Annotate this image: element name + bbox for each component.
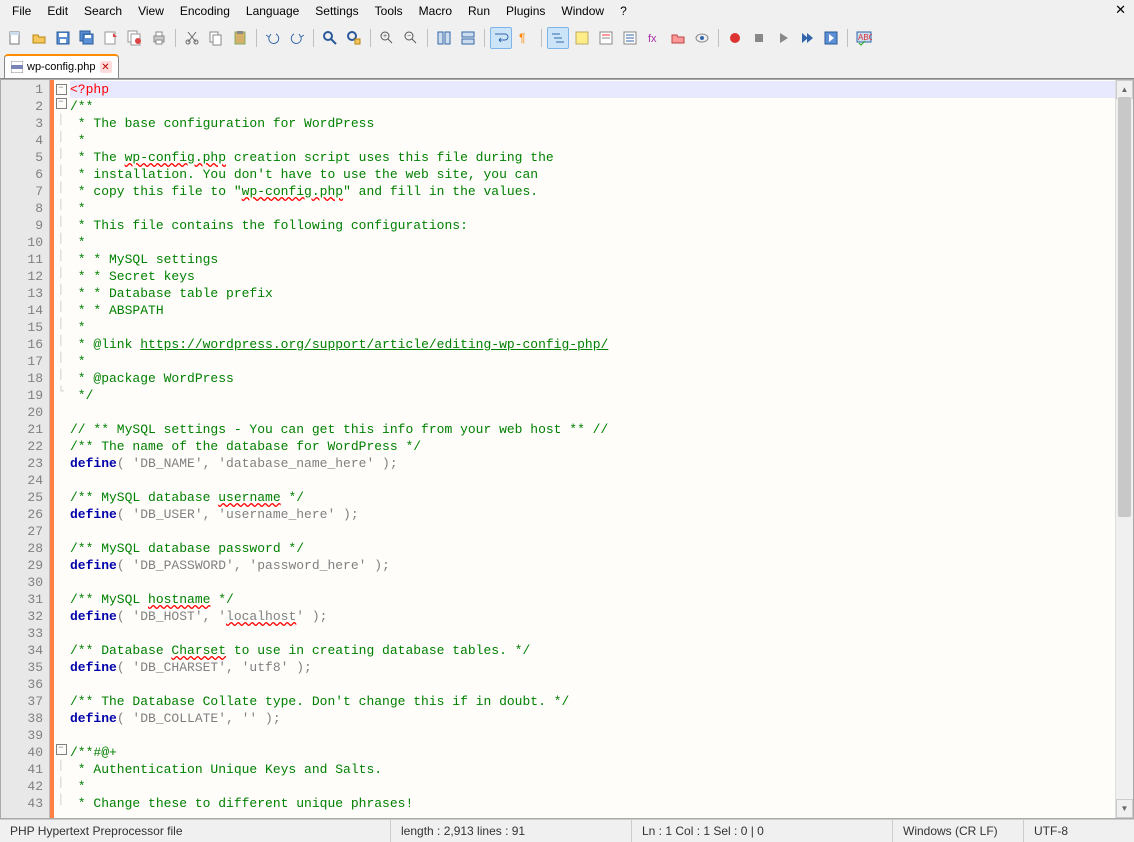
toolbar-separator bbox=[427, 29, 428, 47]
menu-run[interactable]: Run bbox=[460, 2, 498, 20]
toolbar-separator bbox=[175, 29, 176, 47]
toolbar-separator bbox=[847, 29, 848, 47]
fold-column[interactable]: −−││││││││││││││││└ −│││ bbox=[54, 80, 68, 818]
line-number-gutter: 1234567891011121314151617181920212223242… bbox=[1, 80, 50, 818]
menu-tools[interactable]: Tools bbox=[367, 2, 411, 20]
show-all-chars-icon[interactable]: ¶ bbox=[514, 27, 536, 49]
play-multi-icon[interactable] bbox=[796, 27, 818, 49]
copy-icon[interactable] bbox=[205, 27, 227, 49]
replace-icon[interactable] bbox=[343, 27, 365, 49]
tab-bar: wp-config.php ✕ bbox=[0, 54, 1134, 79]
close-icon[interactable]: ✕ bbox=[1115, 2, 1126, 18]
svg-text:−: − bbox=[407, 33, 411, 40]
menu-help[interactable]: ? bbox=[612, 2, 635, 20]
menu-search[interactable]: Search bbox=[76, 2, 130, 20]
scroll-thumb[interactable] bbox=[1118, 97, 1131, 517]
spellcheck-icon[interactable]: ABC bbox=[853, 27, 875, 49]
menu-language[interactable]: Language bbox=[238, 2, 307, 20]
svg-text:+: + bbox=[383, 33, 387, 40]
zoom-out-icon[interactable]: − bbox=[400, 27, 422, 49]
monitor-icon[interactable] bbox=[691, 27, 713, 49]
stop-macro-icon[interactable] bbox=[748, 27, 770, 49]
sync-v-icon[interactable] bbox=[433, 27, 455, 49]
print-icon[interactable] bbox=[148, 27, 170, 49]
status-position: Ln : 1 Col : 1 Sel : 0 | 0 bbox=[632, 820, 893, 842]
menubar: FileEditSearchViewEncodingLanguageSettin… bbox=[0, 0, 1134, 22]
scroll-down-icon[interactable]: ▼ bbox=[1116, 799, 1133, 818]
php-file-icon bbox=[11, 61, 23, 73]
menu-view[interactable]: View bbox=[130, 2, 172, 20]
folder-workspace-icon[interactable] bbox=[667, 27, 689, 49]
zoom-in-icon[interactable]: + bbox=[376, 27, 398, 49]
play-macro-icon[interactable] bbox=[772, 27, 794, 49]
new-file-icon[interactable] bbox=[4, 27, 26, 49]
menu-plugins[interactable]: Plugins bbox=[498, 2, 553, 20]
tab-close-icon[interactable]: ✕ bbox=[100, 61, 112, 73]
toolbar-separator bbox=[370, 29, 371, 47]
app-window: FileEditSearchViewEncodingLanguageSettin… bbox=[0, 0, 1134, 842]
udl-icon[interactable] bbox=[571, 27, 593, 49]
sync-h-icon[interactable] bbox=[457, 27, 479, 49]
tab-wp-config[interactable]: wp-config.php ✕ bbox=[4, 54, 119, 78]
toolbar-separator bbox=[718, 29, 719, 47]
menu-settings[interactable]: Settings bbox=[307, 2, 366, 20]
status-eol[interactable]: Windows (CR LF) bbox=[893, 820, 1024, 842]
tab-label: wp-config.php bbox=[27, 61, 96, 73]
menu-file[interactable]: File bbox=[4, 2, 39, 20]
save-icon[interactable] bbox=[52, 27, 74, 49]
toolbar: + − ¶ fx ABC bbox=[0, 22, 1134, 54]
svg-text:ABC: ABC bbox=[858, 33, 872, 42]
close-file-icon[interactable] bbox=[100, 27, 122, 49]
code-area[interactable]: <?php/** * The base configuration for Wo… bbox=[68, 80, 1115, 818]
menu-macro[interactable]: Macro bbox=[411, 2, 460, 20]
status-filetype: PHP Hypertext Preprocessor file bbox=[0, 820, 391, 842]
toolbar-separator bbox=[541, 29, 542, 47]
editor[interactable]: 1234567891011121314151617181920212223242… bbox=[0, 79, 1134, 819]
toolbar-separator bbox=[484, 29, 485, 47]
record-macro-icon[interactable] bbox=[724, 27, 746, 49]
find-icon[interactable] bbox=[319, 27, 341, 49]
close-all-icon[interactable] bbox=[124, 27, 146, 49]
indent-guide-icon[interactable] bbox=[547, 27, 569, 49]
doc-map-icon[interactable] bbox=[595, 27, 617, 49]
doc-list-icon[interactable] bbox=[619, 27, 641, 49]
menu-window[interactable]: Window bbox=[553, 2, 612, 20]
status-bar: PHP Hypertext Preprocessor file length :… bbox=[0, 819, 1134, 842]
function-list-icon[interactable]: fx bbox=[643, 27, 665, 49]
save-macro-icon[interactable] bbox=[820, 27, 842, 49]
toolbar-separator bbox=[256, 29, 257, 47]
svg-text:¶: ¶ bbox=[519, 31, 525, 45]
menu-encoding[interactable]: Encoding bbox=[172, 2, 238, 20]
save-all-icon[interactable] bbox=[76, 27, 98, 49]
paste-icon[interactable] bbox=[229, 27, 251, 49]
undo-icon[interactable] bbox=[262, 27, 284, 49]
status-length: length : 2,913 lines : 91 bbox=[391, 820, 632, 842]
status-encoding[interactable]: UTF-8 bbox=[1024, 820, 1134, 842]
open-file-icon[interactable] bbox=[28, 27, 50, 49]
svg-text:fx: fx bbox=[648, 33, 657, 45]
wordwrap-icon[interactable] bbox=[490, 27, 512, 49]
toolbar-separator bbox=[313, 29, 314, 47]
cut-icon[interactable] bbox=[181, 27, 203, 49]
vertical-scrollbar[interactable]: ▲ ▼ bbox=[1115, 80, 1133, 818]
redo-icon[interactable] bbox=[286, 27, 308, 49]
menu-edit[interactable]: Edit bbox=[39, 2, 76, 20]
